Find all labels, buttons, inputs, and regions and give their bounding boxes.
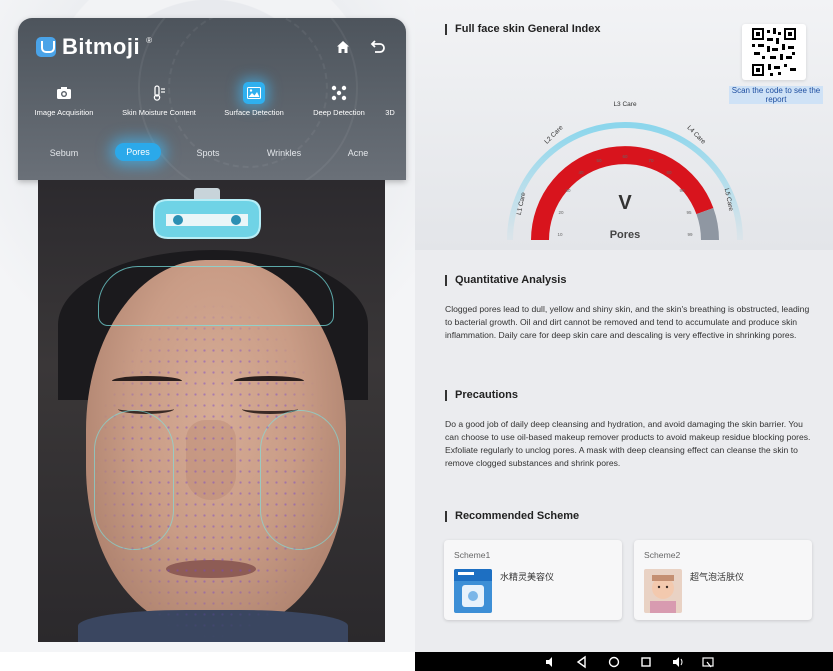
brand-logo: Bitmoji ® xyxy=(36,34,152,60)
thermometer-icon xyxy=(153,85,165,101)
recents-nav-icon[interactable] xyxy=(639,655,653,669)
gauge-value: V xyxy=(618,192,632,214)
subtab-acne[interactable]: Acne xyxy=(328,148,388,158)
dots-icon xyxy=(331,85,347,101)
precautions-text: Do a good job of daily deep cleansing an… xyxy=(445,419,811,468)
camera-icon xyxy=(57,87,71,99)
tab-image-acquisition[interactable]: Image Acquisition xyxy=(14,84,114,130)
report-pane: Full face skin General Index Scan the co… xyxy=(415,0,833,652)
scheme-card-1[interactable]: Scheme1 水精灵美容仪 xyxy=(444,540,622,620)
scheme-card-2[interactable]: Scheme2 超气泡活肤仪 xyxy=(634,540,812,620)
product-image xyxy=(454,569,492,613)
brand-name: Bitmoji xyxy=(62,34,141,59)
home-nav-icon[interactable] xyxy=(607,655,621,669)
home-icon[interactable] xyxy=(336,40,350,54)
volume-down-icon[interactable] xyxy=(543,655,557,669)
svg-text:L3 Care: L3 Care xyxy=(613,101,637,108)
svg-text:40: 40 xyxy=(578,170,584,175)
analysis-text: Clogged pores lead to dull, yellow and s… xyxy=(445,304,810,340)
product-image xyxy=(644,569,682,613)
gauge-label: Pores xyxy=(609,229,641,241)
volume-up-icon[interactable] xyxy=(671,655,685,669)
scheme-product-name: 水精灵美容仪 xyxy=(500,572,555,582)
detection-subtabs: Sebum Pores Spots Wrinkles Acne xyxy=(0,142,415,168)
back-nav-icon[interactable] xyxy=(575,655,589,669)
scheme-title: Recommended Scheme xyxy=(445,511,579,522)
analysis-title: Quantitative Analysis xyxy=(445,275,566,286)
bitmoji-logo-icon xyxy=(36,37,56,57)
system-nav-bar xyxy=(415,652,833,671)
scheme-product-name: 超气泡活肤仪 xyxy=(690,572,745,582)
image-icon xyxy=(247,87,261,99)
face-scan-image xyxy=(38,180,385,642)
app-root: Bitmoji ® Image Acquisition Skin Moistur… xyxy=(0,0,833,671)
back-icon[interactable] xyxy=(370,38,386,54)
precautions-title: Precautions xyxy=(445,390,518,401)
subtab-pores[interactable]: Pores xyxy=(115,143,161,161)
mode-tabs: Image Acquisition Skin Moisture Content xyxy=(0,82,415,130)
svg-text:60: 60 xyxy=(622,154,628,159)
svg-text:50: 50 xyxy=(596,158,602,163)
subtab-sebum[interactable]: Sebum xyxy=(34,148,94,158)
svg-text:70: 70 xyxy=(648,158,654,163)
pores-gauge: 10 20 30 40 50 60 70 80 90 95 99 L1 Care… xyxy=(495,64,755,241)
tab-skin-moisture[interactable]: Skin Moisture Content xyxy=(109,84,209,130)
index-title: Full face skin General Index xyxy=(445,24,601,35)
screenshot-icon[interactable] xyxy=(701,655,715,669)
subtab-wrinkles[interactable]: Wrinkles xyxy=(254,148,314,158)
camera-pane: Bitmoji ® Image Acquisition Skin Moistur… xyxy=(0,0,415,671)
pore-markers xyxy=(38,180,385,642)
svg-text:80: 80 xyxy=(666,170,672,175)
scanner-device-icon xyxy=(153,188,261,239)
qr-code-icon xyxy=(752,28,796,76)
subtab-spots[interactable]: Spots xyxy=(178,148,238,158)
tab-3d[interactable]: 3D xyxy=(370,84,410,130)
